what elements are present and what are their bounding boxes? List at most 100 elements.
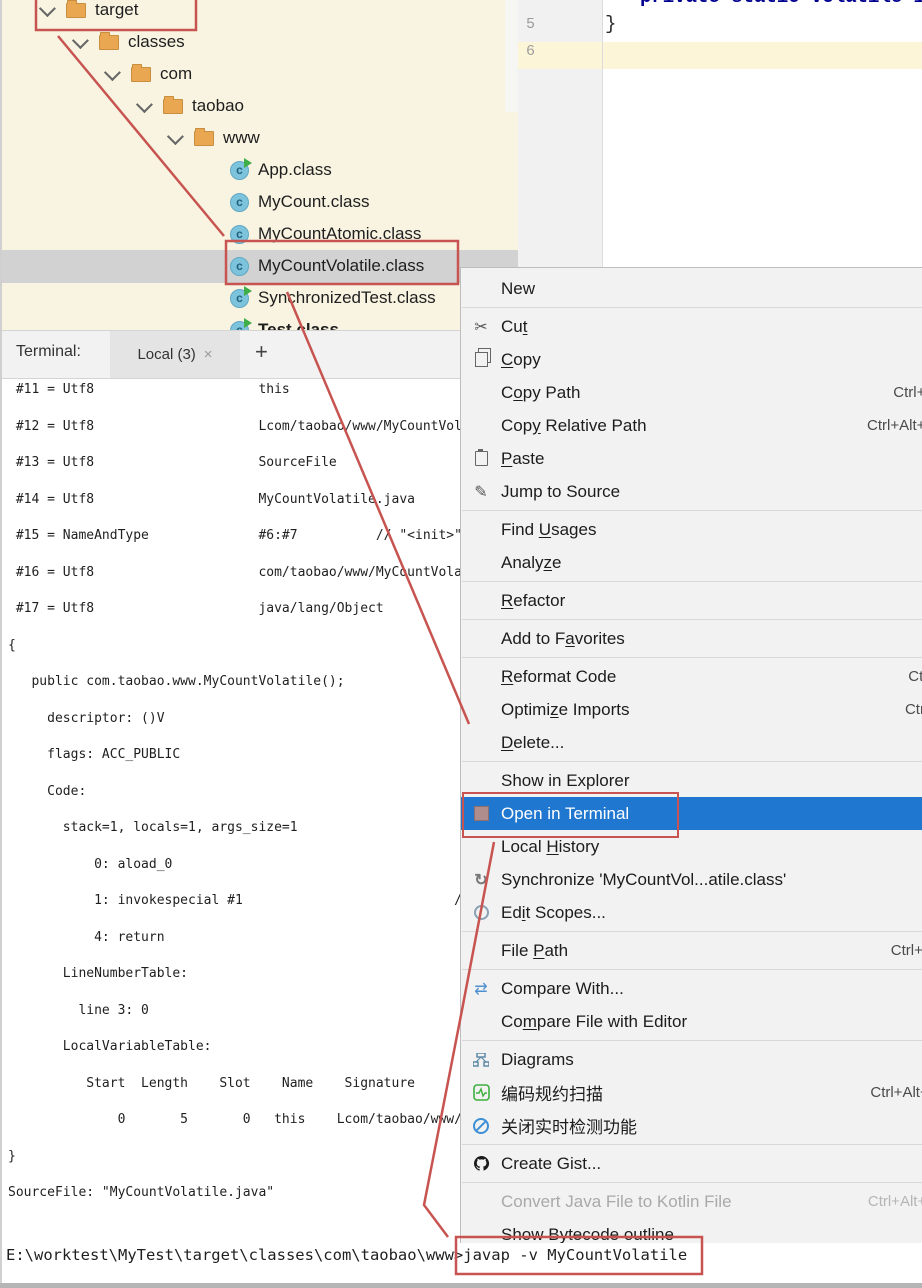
code-line-5[interactable]: } — [605, 13, 616, 35]
menu-item-disable-realtime-inspection[interactable]: 关闭实时检测功能 — [461, 1109, 922, 1142]
tree-item-label[interactable]: Test.class — [258, 320, 339, 330]
menu-separator — [462, 1040, 922, 1041]
menu-separator — [462, 969, 922, 970]
tree-item-label[interactable]: SynchronizedTest.class — [258, 288, 436, 308]
tree-item-label[interactable]: classes — [128, 32, 185, 52]
tree-item-label[interactable]: www — [223, 128, 260, 148]
runnable-icon — [244, 286, 252, 296]
menu-item-new[interactable]: New — [461, 272, 922, 305]
menu-item-compare-file-with-editor[interactable]: Compare File with Editor — [461, 1005, 922, 1038]
menu-item-paste[interactable]: PasteCtrl+V — [461, 442, 922, 475]
chevron-down-icon[interactable] — [104, 64, 121, 81]
ide-window: target classes com taobao www c App.clas… — [0, 0, 922, 1288]
diagram-icon — [470, 1049, 492, 1071]
menu-item-diagrams[interactable]: Diagrams — [461, 1043, 922, 1076]
chevron-down-icon[interactable] — [167, 128, 184, 145]
folder-icon — [163, 99, 183, 114]
window-bottom-edge — [0, 1283, 922, 1288]
code-editor: 4 5 6 private static volatile int } — [518, 0, 922, 267]
menu-item-compare-with[interactable]: ⇄Compare With...Ctrl+D — [461, 972, 922, 1005]
menu-item-copy-relative-path[interactable]: Copy Relative PathCtrl+Alt+Shift+C — [461, 409, 922, 442]
close-icon[interactable]: × — [204, 346, 213, 363]
menu-item-refactor[interactable]: Refactor — [461, 584, 922, 617]
terminal-title: Terminal: — [16, 343, 81, 361]
tree-item-mycount-class[interactable]: c MyCount.class — [230, 186, 369, 218]
terminal-prompt-line[interactable]: E:\worktest\MyTest\target\classes\com\ta… — [6, 1246, 687, 1264]
terminal-icon — [470, 803, 492, 825]
tree-item-label[interactable]: MyCount.class — [258, 192, 369, 212]
tree-item-mycountvolatile-class[interactable]: c MyCountVolatile.class — [230, 250, 424, 282]
menu-item-optimize-imports[interactable]: Optimize ImportsCtrl+Alt+O — [461, 693, 922, 726]
tree-item-label[interactable]: MyCountAtomic.class — [258, 224, 421, 244]
menu-separator — [462, 931, 922, 932]
menu-separator — [462, 1182, 922, 1183]
menu-item-reformat-code[interactable]: Reformat CodeCtrl+Alt+L — [461, 660, 922, 693]
menu-item-copy[interactable]: CopyCtrl+C — [461, 343, 922, 376]
tree-item-com[interactable]: com — [105, 58, 192, 90]
copy-icon — [470, 349, 492, 371]
code-line-4[interactable]: private static volatile int — [640, 0, 922, 8]
scissors-icon: ✂ — [470, 316, 492, 338]
menu-item-find-usages[interactable]: Find UsagesAlt+F7 — [461, 513, 922, 546]
clipboard-icon — [470, 448, 492, 470]
tree-item-label[interactable]: App.class — [258, 160, 332, 180]
menu-separator — [462, 761, 922, 762]
menu-item-edit-scopes[interactable]: Edit Scopes... — [461, 896, 922, 929]
menu-item-copy-path[interactable]: Copy PathCtrl+Shift+C — [461, 376, 922, 409]
menu-item-convert-java-to-kotlin: Convert Java File to Kotlin FileCtrl+Alt… — [461, 1185, 922, 1218]
tree-item-target[interactable]: target — [40, 0, 138, 26]
menu-item-open-in-terminal[interactable]: Open in Terminal — [461, 797, 922, 830]
tree-item-synchronizedtest-class[interactable]: c SynchronizedTest.class — [230, 282, 436, 314]
class-icon: c — [230, 321, 249, 331]
folder-icon — [131, 67, 151, 82]
runnable-icon — [244, 318, 252, 328]
editor-gutter-bottom — [518, 69, 603, 267]
runnable-icon — [244, 158, 252, 168]
class-icon: c — [230, 289, 249, 308]
menu-item-synchronize[interactable]: ↻Synchronize 'MyCountVol...atile.class' — [461, 863, 922, 896]
folder-icon — [99, 35, 119, 50]
menu-item-analyze[interactable]: Analyze — [461, 546, 922, 579]
menu-separator — [462, 1144, 922, 1145]
line-number: 5 — [526, 16, 566, 33]
menu-item-add-to-favorites[interactable]: Add to Favorites — [461, 622, 922, 655]
tree-item-app-class[interactable]: c App.class — [230, 154, 332, 186]
chevron-down-icon[interactable] — [39, 0, 56, 17]
tree-item-taobao[interactable]: taobao — [137, 90, 244, 122]
menu-separator — [462, 619, 922, 620]
line-number: 6 — [526, 43, 566, 60]
prohibition-icon — [470, 1115, 492, 1137]
menu-item-cut[interactable]: ✂CutCtrl+X — [461, 310, 922, 343]
new-terminal-tab-icon[interactable]: + — [255, 339, 268, 365]
chevron-down-icon[interactable] — [136, 96, 153, 113]
tree-item-label[interactable]: target — [95, 0, 138, 20]
menu-item-code-guideline-scan[interactable]: 编码规约扫描Ctrl+Alt+Shift+J — [461, 1076, 922, 1109]
terminal-tab-label[interactable]: Local (3) — [137, 346, 195, 363]
menu-item-delete[interactable]: Delete...Delete — [461, 726, 922, 759]
project-tree-panel: target classes com taobao www c App.clas… — [0, 0, 518, 330]
github-octocat-icon — [470, 1153, 492, 1175]
menu-item-create-gist[interactable]: Create Gist... — [461, 1147, 922, 1180]
tree-item-mycountatomic-class[interactable]: c MyCountAtomic.class — [230, 218, 421, 250]
tree-item-www[interactable]: www — [168, 122, 260, 154]
menu-separator — [462, 510, 922, 511]
menu-item-show-bytecode-outline[interactable]: Show Bytecode outline — [461, 1218, 922, 1243]
tree-item-label[interactable]: taobao — [192, 96, 244, 116]
pencil-icon: ✎ — [470, 481, 492, 503]
menu-item-show-in-explorer[interactable]: Show in Explorer — [461, 764, 922, 797]
folder-icon — [66, 3, 86, 18]
menu-item-jump-to-source[interactable]: ✎Jump to Source — [461, 475, 922, 508]
tree-item-classes[interactable]: classes — [73, 26, 185, 58]
terminal-tab-local[interactable]: Local (3) × — [110, 331, 240, 378]
folder-icon — [194, 131, 214, 146]
window-left-edge — [0, 0, 2, 1288]
tree-item-partial[interactable]: c Test.class — [230, 314, 339, 330]
tree-scrollbar-track[interactable] — [505, 0, 518, 112]
chevron-down-icon[interactable] — [72, 32, 89, 49]
menu-item-local-history[interactable]: Local History — [461, 830, 922, 863]
alibaba-scan-icon — [470, 1082, 492, 1104]
tree-item-label[interactable]: com — [160, 64, 192, 84]
tree-item-label[interactable]: MyCountVolatile.class — [258, 256, 424, 276]
menu-item-file-path[interactable]: File PathCtrl+Alt+F12 — [461, 934, 922, 967]
context-menu: New ✂CutCtrl+X CopyCtrl+C Copy PathCtrl+… — [460, 267, 922, 1243]
